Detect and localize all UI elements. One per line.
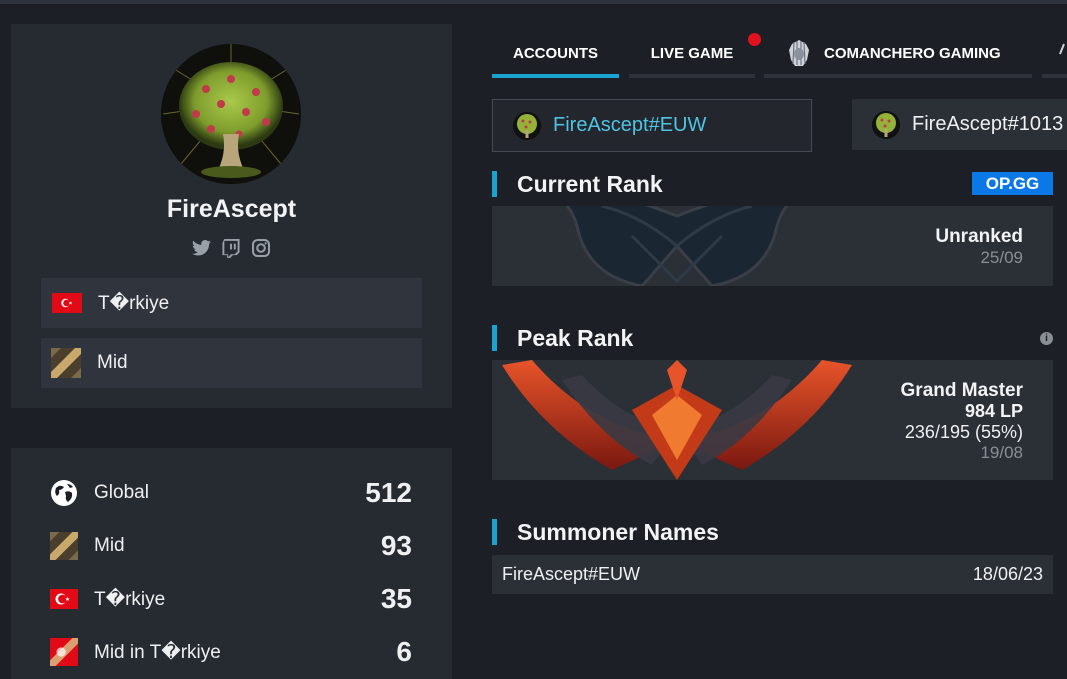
peak-rank-panel: Grand Master 984 LP 236/195 (55%) 19/08 bbox=[492, 360, 1053, 480]
grandmaster-emblem-icon bbox=[502, 360, 852, 480]
stat-label: Global bbox=[94, 482, 149, 503]
stat-value: 35 bbox=[380, 583, 412, 614]
instagram-icon[interactable] bbox=[251, 238, 271, 258]
peak-rank-tier: Grand Master bbox=[900, 380, 1023, 401]
section-accent-bar bbox=[492, 519, 497, 545]
avatar bbox=[161, 44, 301, 184]
peak-rank-info: Grand Master 984 LP 236/195 (55%) 19/08 bbox=[901, 380, 1023, 463]
peak-rank-lp: 984 LP bbox=[964, 401, 1023, 421]
current-rank-info: Unranked 25/09 bbox=[935, 226, 1023, 268]
account-button-euw[interactable]: FireAscept#EUW bbox=[492, 99, 812, 152]
stat-value: 512 bbox=[365, 477, 412, 508]
account-button-1013[interactable]: FireAscept#1013 bbox=[852, 99, 1067, 150]
team-logo-icon bbox=[786, 38, 812, 68]
live-indicator-dot bbox=[748, 33, 761, 46]
country-label: T�rkiye bbox=[98, 292, 170, 314]
current-rank-panel: Unranked 25/09 bbox=[492, 206, 1053, 286]
section-accent-bar bbox=[492, 325, 497, 351]
summoner-name-row: FireAscept#EUW 18/06/23 bbox=[492, 555, 1053, 594]
tab-live-game[interactable]: LIVE GAME bbox=[629, 28, 755, 78]
tab-team-underline bbox=[764, 74, 1032, 78]
twitch-icon[interactable] bbox=[221, 238, 241, 258]
unranked-emblem-icon bbox=[565, 206, 789, 286]
tab-overflow-underline bbox=[1042, 74, 1067, 78]
country-row: T�rkiye bbox=[41, 278, 422, 328]
summoner-name: FireAscept#EUW bbox=[502, 564, 641, 584]
tab-overflow-icon[interactable] bbox=[1058, 42, 1067, 56]
account-name: FireAscept#1013 bbox=[912, 113, 1064, 135]
profile-name: FireAscept bbox=[166, 195, 297, 223]
tab-live-game-underline bbox=[629, 74, 755, 78]
stat-value: 6 bbox=[396, 636, 412, 667]
summoner-name-date: 18/06/23 bbox=[972, 564, 1043, 584]
profile-card: FireAscept T�rkiye Mid bbox=[11, 24, 452, 408]
account-name: FireAscept#EUW bbox=[553, 114, 707, 136]
mid-role-icon bbox=[49, 531, 79, 561]
tab-team-label: COMANCHERO GAMING bbox=[824, 44, 1001, 62]
peak-rank-date: 19/08 bbox=[980, 443, 1023, 462]
summoner-names-title: Summoner Names bbox=[517, 518, 719, 545]
peak-rank-title: Peak Rank bbox=[517, 324, 634, 351]
turkey-flag-icon bbox=[49, 584, 79, 614]
turkey-flag-icon bbox=[52, 293, 82, 313]
globe-icon bbox=[49, 478, 79, 508]
stat-label: Mid in T�rkiye bbox=[94, 641, 221, 663]
peak-rank-record: 236/195 (55%) bbox=[904, 422, 1023, 442]
stat-row-mid[interactable]: Mid 93 bbox=[49, 526, 412, 566]
section-accent-bar bbox=[492, 171, 497, 197]
stat-row-global[interactable]: Global 512 bbox=[49, 473, 412, 513]
mid-turkey-icon bbox=[49, 637, 79, 667]
twitter-icon[interactable] bbox=[191, 238, 211, 258]
peak-rank-heading: Peak Rank bbox=[492, 325, 633, 351]
account-avatar-icon bbox=[513, 111, 541, 140]
stat-label: Mid bbox=[94, 535, 125, 556]
tab-accounts-underline bbox=[492, 74, 619, 78]
stat-value: 93 bbox=[380, 530, 412, 561]
stat-row-country[interactable]: T�rkiye 35 bbox=[49, 579, 412, 619]
summoner-names-heading: Summoner Names bbox=[492, 519, 719, 545]
account-avatar-icon bbox=[872, 110, 900, 139]
top-border bbox=[0, 0, 1067, 4]
opgg-link-button[interactable]: OP.GG bbox=[972, 172, 1053, 195]
stat-row-mid-in-country[interactable]: Mid in T�rkiye 6 bbox=[49, 632, 412, 672]
info-icon[interactable]: i bbox=[1040, 332, 1053, 345]
current-rank-title: Current Rank bbox=[517, 170, 663, 197]
tab-accounts[interactable]: ACCOUNTS bbox=[492, 28, 619, 78]
role-label: Mid bbox=[97, 352, 128, 373]
current-rank-tier: Unranked bbox=[935, 226, 1023, 247]
social-links bbox=[191, 238, 271, 258]
mid-role-icon bbox=[51, 348, 81, 378]
ladder-stats-card: Global 512 Mid 93 T�rkiye 35 Mid in T�rk… bbox=[11, 448, 452, 679]
stat-label: T�rkiye bbox=[94, 588, 166, 610]
current-rank-heading: Current Rank bbox=[492, 171, 663, 197]
current-rank-date: 25/09 bbox=[980, 248, 1023, 267]
role-row: Mid bbox=[41, 338, 422, 388]
tab-team[interactable]: COMANCHERO GAMING bbox=[764, 28, 1032, 78]
